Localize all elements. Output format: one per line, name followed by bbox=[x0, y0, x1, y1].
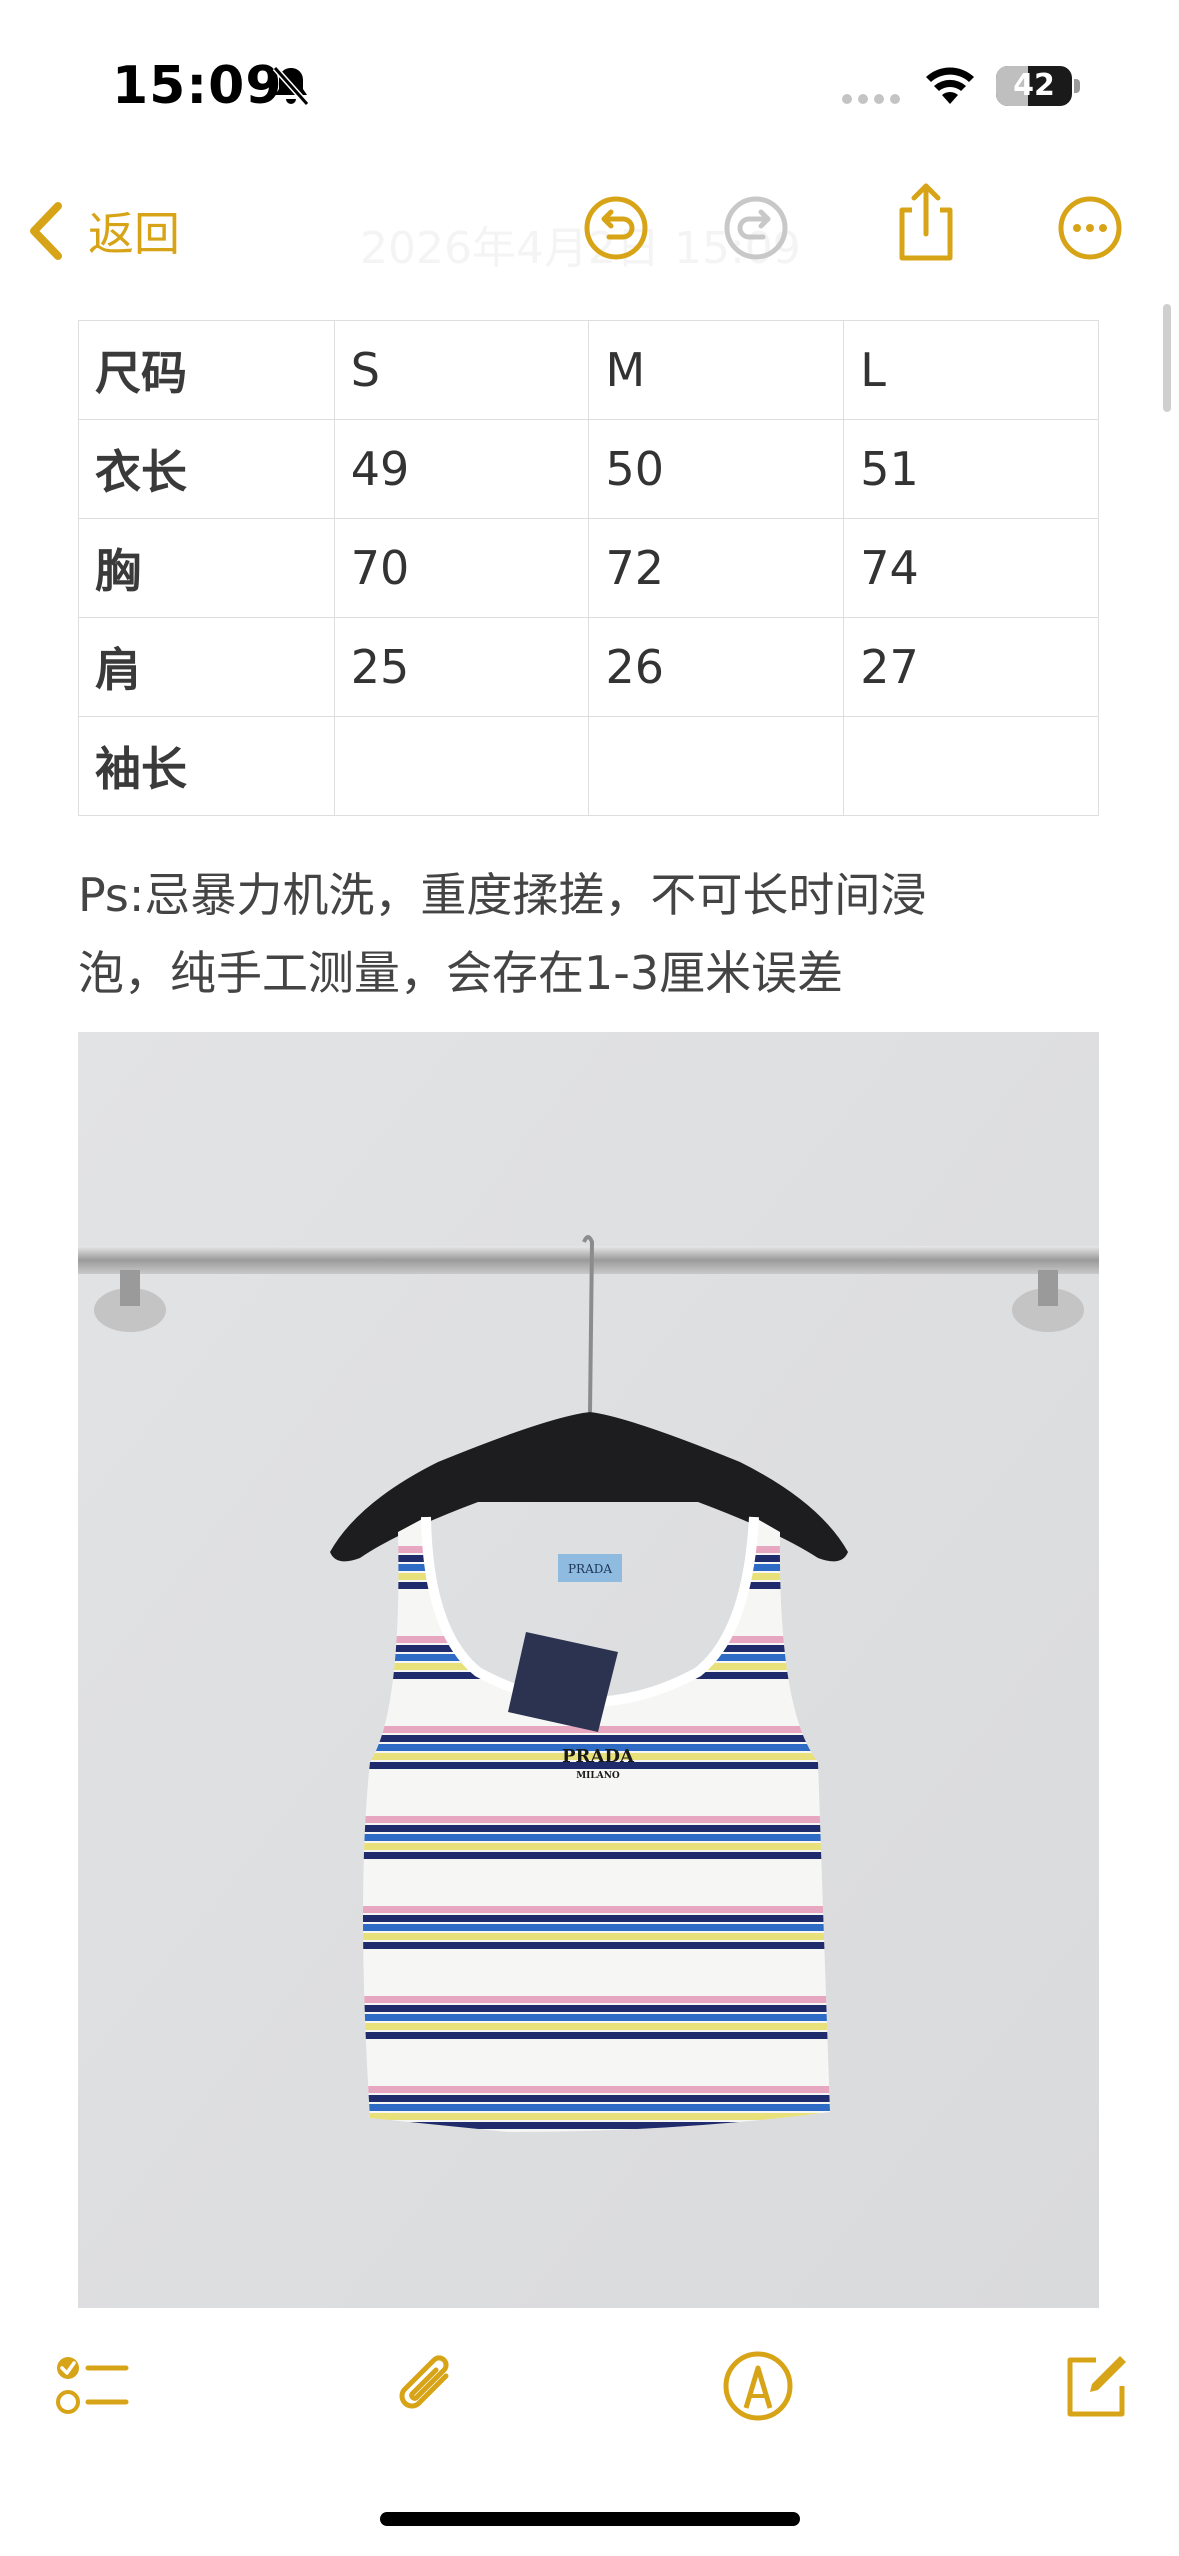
compose-icon[interactable] bbox=[1056, 2346, 1136, 2426]
redo-icon[interactable] bbox=[718, 190, 794, 266]
table-cell[interactable] bbox=[588, 716, 845, 816]
notes-nav-bar: 返回 2026年4月2日 15:09 bbox=[0, 170, 1179, 290]
care-note-line-1: Ps:忌暴力机洗，重度揉搓，不可长时间浸 bbox=[78, 868, 927, 922]
shirt-stripe bbox=[363, 2095, 830, 2102]
table-row: 袖长 bbox=[78, 716, 1099, 816]
table-cell[interactable]: L bbox=[843, 320, 1099, 420]
table-cell[interactable]: 50 bbox=[588, 419, 845, 519]
markup-pen-icon[interactable] bbox=[718, 2346, 798, 2426]
more-icon[interactable] bbox=[1052, 190, 1128, 266]
shirt-stripe bbox=[363, 2032, 830, 2039]
shirt-stripe bbox=[363, 1924, 830, 1931]
table-cell[interactable]: S bbox=[333, 320, 590, 420]
table-cell[interactable]: 26 bbox=[588, 617, 845, 717]
row-header-cell[interactable]: 衣长 bbox=[78, 419, 335, 519]
shirt-stripe bbox=[363, 1825, 830, 1832]
table-row: 衣长 49 50 51 bbox=[78, 419, 1099, 519]
table-cell[interactable] bbox=[333, 716, 590, 816]
shirt-stripe bbox=[363, 1942, 830, 1949]
care-note-line-2: 泡，纯手工测量，会存在1-3厘米误差 bbox=[78, 946, 844, 1000]
shirt-stripe bbox=[363, 2014, 830, 2021]
battery-icon: 42 bbox=[996, 66, 1080, 106]
table-cell[interactable]: 51 bbox=[843, 419, 1099, 519]
scrollbar[interactable] bbox=[1163, 304, 1171, 412]
table-cell[interactable]: M bbox=[588, 320, 845, 420]
embroidery-brand: PRADA bbox=[562, 1746, 635, 1767]
shirt-stripe bbox=[363, 1735, 830, 1742]
status-time: 15:09 bbox=[112, 56, 283, 116]
shirt-stripe bbox=[363, 2005, 830, 2012]
shirt-stripe bbox=[363, 2023, 830, 2030]
table-row: 肩 25 26 27 bbox=[78, 617, 1099, 717]
row-header-cell[interactable]: 肩 bbox=[78, 617, 335, 717]
shirt-stripe bbox=[363, 1834, 830, 1841]
row-header-cell[interactable]: 胸 bbox=[78, 518, 335, 618]
home-indicator[interactable] bbox=[380, 2512, 800, 2526]
shirt-stripe bbox=[363, 2113, 830, 2120]
paperclip-icon[interactable] bbox=[388, 2346, 468, 2426]
size-table: 尺码 S M L 衣长 49 50 51 胸 70 72 74 肩 25 26 27 袖长 bbox=[78, 320, 1099, 816]
tank-top-photo: PRADA PRADA MILANO bbox=[78, 1032, 1099, 2308]
shirt-stripe bbox=[363, 2104, 830, 2111]
table-cell[interactable]: 70 bbox=[333, 518, 590, 618]
back-label: 返回 bbox=[88, 207, 180, 261]
table-row: 胸 70 72 74 bbox=[78, 518, 1099, 618]
checklist-icon[interactable] bbox=[52, 2346, 132, 2426]
shirt-stripe bbox=[363, 1843, 830, 1850]
chevron-left-icon bbox=[30, 202, 62, 260]
product-photo[interactable]: PRADA PRADA MILANO bbox=[78, 1032, 1099, 2308]
status-bar: 15:09 42 bbox=[0, 0, 1179, 170]
row-header-cell[interactable]: 袖长 bbox=[78, 716, 335, 816]
undo-icon[interactable] bbox=[578, 190, 654, 266]
table-row: 尺码 S M L bbox=[78, 320, 1099, 420]
shirt-stripe bbox=[363, 1816, 830, 1823]
shirt-stripe bbox=[363, 1933, 830, 1940]
care-note: Ps:忌暴力机洗，重度揉搓，不可长时间浸 泡，纯手工测量，会存在1-3厘米误差 bbox=[78, 856, 1078, 1012]
share-icon[interactable] bbox=[888, 178, 964, 266]
shirt-stripe bbox=[363, 1996, 830, 2003]
table-cell[interactable]: 72 bbox=[588, 518, 845, 618]
bell-slash-icon bbox=[272, 66, 310, 106]
battery-percent: 42 bbox=[1013, 68, 1055, 103]
table-cell[interactable]: 25 bbox=[333, 617, 590, 717]
back-button[interactable]: 返回 bbox=[26, 196, 180, 266]
table-cell[interactable]: 49 bbox=[333, 419, 590, 519]
shirt-stripe bbox=[363, 1852, 830, 1859]
shirt-stripe bbox=[363, 1906, 830, 1913]
shirt-stripe bbox=[363, 1915, 830, 1922]
garment-label-text: PRADA bbox=[568, 1562, 612, 1576]
shirt-stripe bbox=[363, 2086, 830, 2093]
cellular-signal-icon bbox=[842, 94, 900, 104]
row-header-cell[interactable]: 尺码 bbox=[78, 320, 335, 420]
table-cell[interactable]: 27 bbox=[843, 617, 1099, 717]
table-cell[interactable] bbox=[843, 716, 1099, 816]
table-cell[interactable]: 74 bbox=[843, 518, 1099, 618]
embroidery-city: MILANO bbox=[576, 1771, 620, 1781]
wifi-icon bbox=[926, 67, 974, 104]
bottom-toolbar bbox=[0, 2330, 1179, 2450]
